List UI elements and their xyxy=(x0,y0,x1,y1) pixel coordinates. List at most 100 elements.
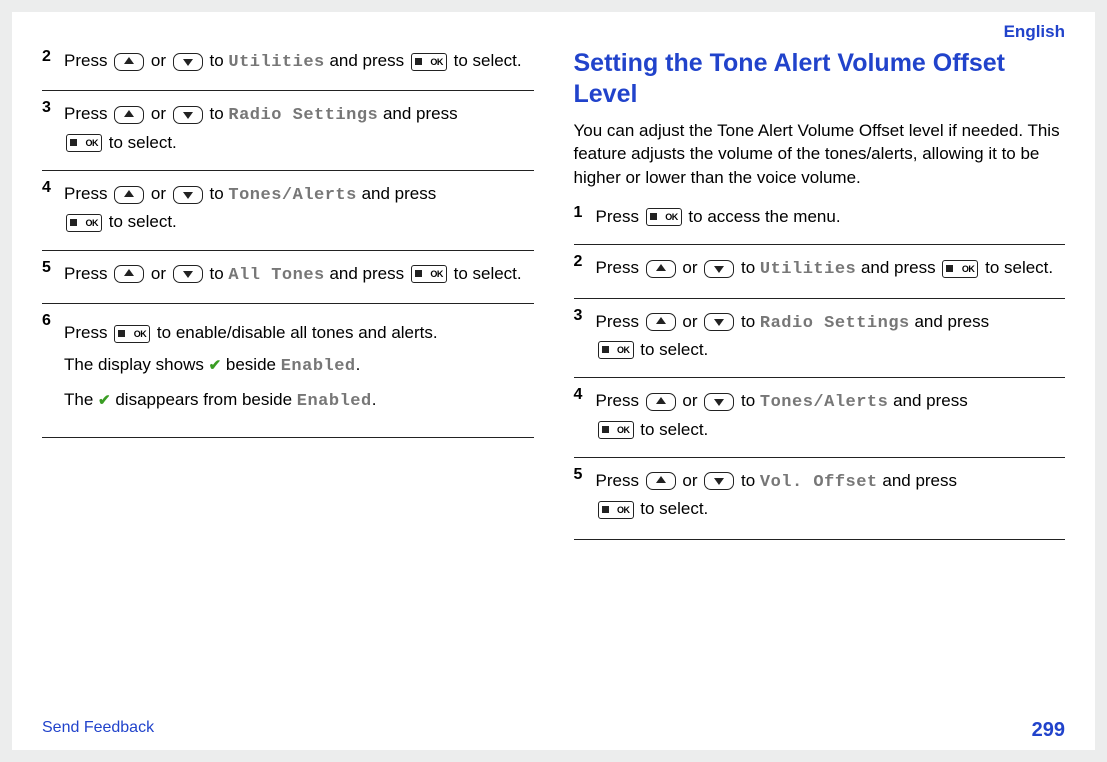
text: to select. xyxy=(985,258,1053,277)
text: and press xyxy=(362,184,437,203)
menu-item: Utilities xyxy=(228,53,324,72)
left-column: 2 Press or to Utilities and press to sel… xyxy=(42,48,534,540)
text: and press xyxy=(893,391,968,410)
down-arrow-icon xyxy=(704,313,734,331)
text: Press xyxy=(64,323,112,342)
text: or xyxy=(151,51,171,70)
text: and press xyxy=(861,258,940,277)
down-arrow-icon xyxy=(704,260,734,278)
down-arrow-icon xyxy=(173,186,203,204)
menu-item: All Tones xyxy=(228,266,324,285)
step-5: 5 Press or to Vol. Offset and press to s… xyxy=(574,457,1066,537)
text: disappears from beside xyxy=(115,390,296,409)
text: to xyxy=(741,258,760,277)
step-number: 2 xyxy=(42,48,51,66)
page-footer: Send Feedback 299 xyxy=(42,719,1065,742)
step-body: Press or to Radio Settings and press to … xyxy=(64,101,534,156)
text: to enable/disable all tones and alerts. xyxy=(157,323,438,342)
step-number: 2 xyxy=(574,253,583,271)
down-arrow-icon xyxy=(173,265,203,283)
text: or xyxy=(682,312,702,331)
step-4: 4 Press or to Tones/Alerts and press to … xyxy=(574,377,1066,457)
step-number: 5 xyxy=(42,259,51,277)
menu-item: Radio Settings xyxy=(760,314,910,333)
text: The xyxy=(64,390,98,409)
down-arrow-icon xyxy=(704,393,734,411)
text: Press xyxy=(64,184,112,203)
divider xyxy=(574,539,1066,540)
section-intro: You can adjust the Tone Alert Volume Off… xyxy=(574,119,1066,190)
send-feedback-link[interactable]: Send Feedback xyxy=(42,719,154,742)
text: Press xyxy=(596,207,644,226)
step-3: 3 Press or to Radio Settings and press t… xyxy=(42,90,534,170)
ok-button-icon xyxy=(66,214,102,232)
text: Press xyxy=(596,258,644,277)
up-arrow-icon xyxy=(114,53,144,71)
step-number: 6 xyxy=(42,312,51,330)
text: to select. xyxy=(454,264,522,283)
ok-button-icon xyxy=(66,134,102,152)
text: Press xyxy=(64,51,112,70)
right-column: Setting the Tone Alert Volume Offset Lev… xyxy=(574,48,1066,540)
text: to select. xyxy=(109,133,177,152)
step-body: Press or to Utilities and press to selec… xyxy=(596,255,1066,283)
text: and press xyxy=(329,51,408,70)
text: or xyxy=(682,471,702,490)
step-body: Press to enable/disable all tones and al… xyxy=(64,320,534,415)
step-4: 4 Press or to Tones/Alerts and press to … xyxy=(42,170,534,250)
ok-button-icon xyxy=(598,421,634,439)
up-arrow-icon xyxy=(646,260,676,278)
step-2: 2 Press or to Utilities and press to sel… xyxy=(574,244,1066,297)
ok-button-icon xyxy=(114,325,150,343)
text: to select. xyxy=(640,340,708,359)
page-number: 299 xyxy=(1032,719,1065,742)
document-page: English 2 Press or to Utilities and pres… xyxy=(12,12,1095,750)
ok-button-icon xyxy=(646,208,682,226)
step-2: 2 Press or to Utilities and press to sel… xyxy=(42,48,534,90)
menu-item: Vol. Offset xyxy=(760,473,878,492)
text: Press xyxy=(64,264,112,283)
step-body: Press or to Tones/Alerts and press to se… xyxy=(596,388,1066,443)
text: beside xyxy=(226,355,281,374)
step-body: Press to access the menu. xyxy=(596,204,1066,230)
text: or xyxy=(682,391,702,410)
step-number: 3 xyxy=(42,99,51,117)
text: to xyxy=(210,184,229,203)
up-arrow-icon xyxy=(646,472,676,490)
text: . xyxy=(372,390,377,409)
text: to access the menu. xyxy=(688,207,840,226)
step-body: Press or to All Tones and press to selec… xyxy=(64,261,534,289)
two-column-layout: 2 Press or to Utilities and press to sel… xyxy=(42,48,1065,540)
up-arrow-icon xyxy=(646,393,676,411)
text: to xyxy=(741,312,760,331)
step-number: 5 xyxy=(574,466,583,484)
text: The display shows xyxy=(64,355,209,374)
ok-button-icon xyxy=(598,501,634,519)
text: to select. xyxy=(640,499,708,518)
step-number: 1 xyxy=(574,204,583,222)
text: to xyxy=(741,391,760,410)
text: or xyxy=(151,184,171,203)
step-number: 4 xyxy=(574,386,583,404)
menu-item: Tones/Alerts xyxy=(228,186,356,205)
text: to xyxy=(210,104,229,123)
check-icon: ✔ xyxy=(98,393,111,408)
text: or xyxy=(151,264,171,283)
text: . xyxy=(356,355,361,374)
ok-button-icon xyxy=(411,53,447,71)
up-arrow-icon xyxy=(114,265,144,283)
text: to xyxy=(210,264,229,283)
step-body: Press or to Utilities and press to selec… xyxy=(64,48,534,76)
menu-item: Radio Settings xyxy=(228,106,378,125)
text: to select. xyxy=(109,212,177,231)
menu-item: Tones/Alerts xyxy=(760,393,888,412)
up-arrow-icon xyxy=(114,106,144,124)
step-body: Press or to Vol. Offset and press to sel… xyxy=(596,468,1066,523)
step-body: Press or to Radio Settings and press to … xyxy=(596,309,1066,364)
menu-item: Utilities xyxy=(760,260,856,279)
text: or xyxy=(151,104,171,123)
menu-item: Enabled xyxy=(281,357,356,376)
text: and press xyxy=(882,471,957,490)
step-5: 5 Press or to All Tones and press to sel… xyxy=(42,250,534,303)
text: and press xyxy=(329,264,408,283)
